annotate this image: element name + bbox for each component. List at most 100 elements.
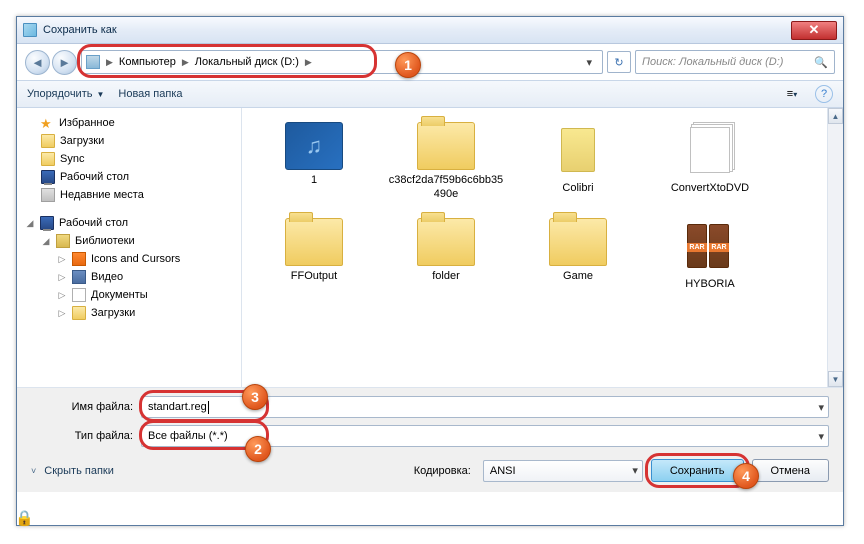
filetype-row: Тип файла: Все файлы (*.*) ▾ xyxy=(31,425,829,447)
list-item[interactable]: Colibri xyxy=(516,118,640,206)
list-item[interactable]: FFOutput xyxy=(252,214,376,296)
tree-lib-downloads[interactable]: ▷Загрузки xyxy=(21,304,237,322)
list-item[interactable]: folder xyxy=(384,214,508,296)
save-as-dialog: Сохранить как ✕ ◄ ► ▶ Компьютер ▶ Локаль… xyxy=(16,16,844,526)
forward-button[interactable]: ► xyxy=(52,50,77,75)
tree-downloads[interactable]: Загрузки xyxy=(21,132,237,150)
list-item[interactable]: ♫🔒1 xyxy=(252,118,376,206)
nav-row: ◄ ► ▶ Компьютер ▶ Локальный диск (D:) ▶ … xyxy=(17,44,843,80)
nav-tree: ★Избранное Загрузки Sync Рабочий стол Не… xyxy=(17,108,242,387)
app-icon xyxy=(23,23,37,37)
chevron-right-icon: ▶ xyxy=(104,57,115,68)
expand-icon[interactable]: ˅ xyxy=(31,466,36,476)
expand-icon[interactable]: ▷ xyxy=(57,272,67,283)
desktop-icon xyxy=(40,216,54,230)
tree-libraries[interactable]: ◢Библиотеки xyxy=(21,232,237,250)
annotation-badge-1: 1 xyxy=(395,52,421,78)
collapse-icon[interactable]: ◢ xyxy=(41,236,51,247)
tree-favorites[interactable]: ★Избранное xyxy=(21,114,237,132)
scroll-up-button[interactable]: ▲ xyxy=(828,108,843,124)
text-cursor xyxy=(208,401,209,414)
view-menu-button[interactable]: ≡▾ xyxy=(783,85,801,103)
file-grid: ♫🔒1 c38cf2da7f59b6c6bb35490e Colibri Con… xyxy=(252,118,817,295)
collapse-icon[interactable]: ◢ xyxy=(25,218,35,229)
vertical-scrollbar[interactable]: ▲ ▼ xyxy=(827,108,843,387)
tree-lib-documents[interactable]: ▷Документы xyxy=(21,286,237,304)
toolbar: Упорядочить ▼ Новая папка ≡▾ ? xyxy=(17,80,843,108)
chevron-down-icon: ▼ xyxy=(96,90,104,99)
filetype-label: Тип файла: xyxy=(31,430,141,442)
nav-buttons: ◄ ► xyxy=(25,50,77,75)
list-item[interactable]: c38cf2da7f59b6c6bb35490e xyxy=(384,118,508,206)
annotation-badge-4: 4 xyxy=(733,463,759,489)
annotation-badge-3: 3 xyxy=(242,384,268,410)
libraries-icon xyxy=(56,234,70,248)
refresh-button[interactable]: ↻ xyxy=(607,51,631,73)
folder-icon xyxy=(417,218,475,266)
filetype-select[interactable]: Все файлы (*.*) ▾ xyxy=(141,425,829,447)
close-button[interactable]: ✕ xyxy=(791,21,837,40)
expand-icon[interactable]: ▷ xyxy=(57,254,67,265)
folder-icon xyxy=(41,152,55,166)
filename-row: Имя файла: standart.reg ▾ xyxy=(31,396,829,418)
addressbar-wrap: ▶ Компьютер ▶ Локальный диск (D:) ▶ ▾ xyxy=(81,50,603,74)
search-input[interactable]: Поиск: Локальный диск (D:) 🔍 xyxy=(635,50,835,74)
tree-sync[interactable]: Sync xyxy=(21,150,237,168)
hide-folders-link[interactable]: Скрыть папки xyxy=(44,465,114,477)
tree-lib-video[interactable]: ▷Видео xyxy=(21,268,237,286)
folder-icon xyxy=(681,218,739,274)
scroll-down-button[interactable]: ▼ xyxy=(828,371,843,387)
expand-icon[interactable]: ▷ xyxy=(57,290,67,301)
titlebar: Сохранить как ✕ xyxy=(17,17,843,44)
annotation-badge-2: 2 xyxy=(245,436,271,462)
list-item[interactable]: HYBORIA xyxy=(648,214,772,296)
window-title: Сохранить как xyxy=(43,24,791,36)
tree-desktop-root[interactable]: ◢Рабочий стол xyxy=(21,214,237,232)
back-button[interactable]: ◄ xyxy=(25,50,50,75)
tree-desktop[interactable]: Рабочий стол xyxy=(21,168,237,186)
bottom-row: ˅ Скрыть папки Кодировка: ANSI ▾ Сохрани… xyxy=(31,459,829,482)
chevron-down-icon: ▾ xyxy=(793,90,797,99)
cancel-button[interactable]: Отмена xyxy=(752,459,829,482)
encoding-select[interactable]: ANSI ▾ xyxy=(483,460,643,482)
footer: Имя файла: standart.reg ▾ Тип файла: Все… xyxy=(17,388,843,492)
chevron-down-icon[interactable]: ▾ xyxy=(818,430,824,443)
search-placeholder: Поиск: Локальный диск (D:) xyxy=(642,56,783,68)
new-folder-button[interactable]: Новая папка xyxy=(118,88,182,100)
list-item[interactable]: ConvertXtoDVD xyxy=(648,118,772,206)
desktop-icon xyxy=(41,170,55,184)
file-list[interactable]: ♫🔒1 c38cf2da7f59b6c6bb35490e Colibri Con… xyxy=(242,108,827,387)
chevron-right-icon: ▶ xyxy=(180,57,191,68)
save-button[interactable]: Сохранить xyxy=(651,459,744,482)
folder-icon xyxy=(681,122,739,178)
folder-icon xyxy=(417,122,475,170)
address-dropdown[interactable]: ▾ xyxy=(580,56,598,69)
filename-label: Имя файла: xyxy=(31,401,141,413)
video-icon xyxy=(72,270,86,284)
folder-icon xyxy=(549,218,607,266)
address-bar[interactable]: ▶ Компьютер ▶ Локальный диск (D:) ▶ ▾ xyxy=(81,50,603,74)
drive-icon xyxy=(86,55,100,69)
image-icon xyxy=(72,252,86,266)
chevron-right-icon: ▶ xyxy=(303,57,314,68)
star-icon: ★ xyxy=(40,116,54,130)
folder-icon xyxy=(41,134,55,148)
tree-lib-icons[interactable]: ▷Icons and Cursors xyxy=(21,250,237,268)
folder-icon xyxy=(72,306,86,320)
document-icon xyxy=(72,288,86,302)
folder-icon xyxy=(549,122,607,178)
search-icon: 🔍 xyxy=(814,56,828,69)
breadcrumb-drive[interactable]: Локальный диск (D:) xyxy=(191,51,303,73)
chevron-down-icon[interactable]: ▾ xyxy=(818,401,824,414)
locked-folder-icon: ♫🔒 xyxy=(285,122,343,170)
chevron-down-icon[interactable]: ▾ xyxy=(632,464,638,477)
expand-icon[interactable]: ▷ xyxy=(57,308,67,319)
breadcrumb-computer[interactable]: Компьютер xyxy=(115,51,180,73)
list-item[interactable]: Game xyxy=(516,214,640,296)
organize-button[interactable]: Упорядочить ▼ xyxy=(27,88,104,100)
encoding-label: Кодировка: xyxy=(414,465,475,477)
folder-icon xyxy=(285,218,343,266)
tree-recent[interactable]: Недавние места xyxy=(21,186,237,204)
help-button[interactable]: ? xyxy=(815,85,833,103)
recent-icon xyxy=(41,188,55,202)
